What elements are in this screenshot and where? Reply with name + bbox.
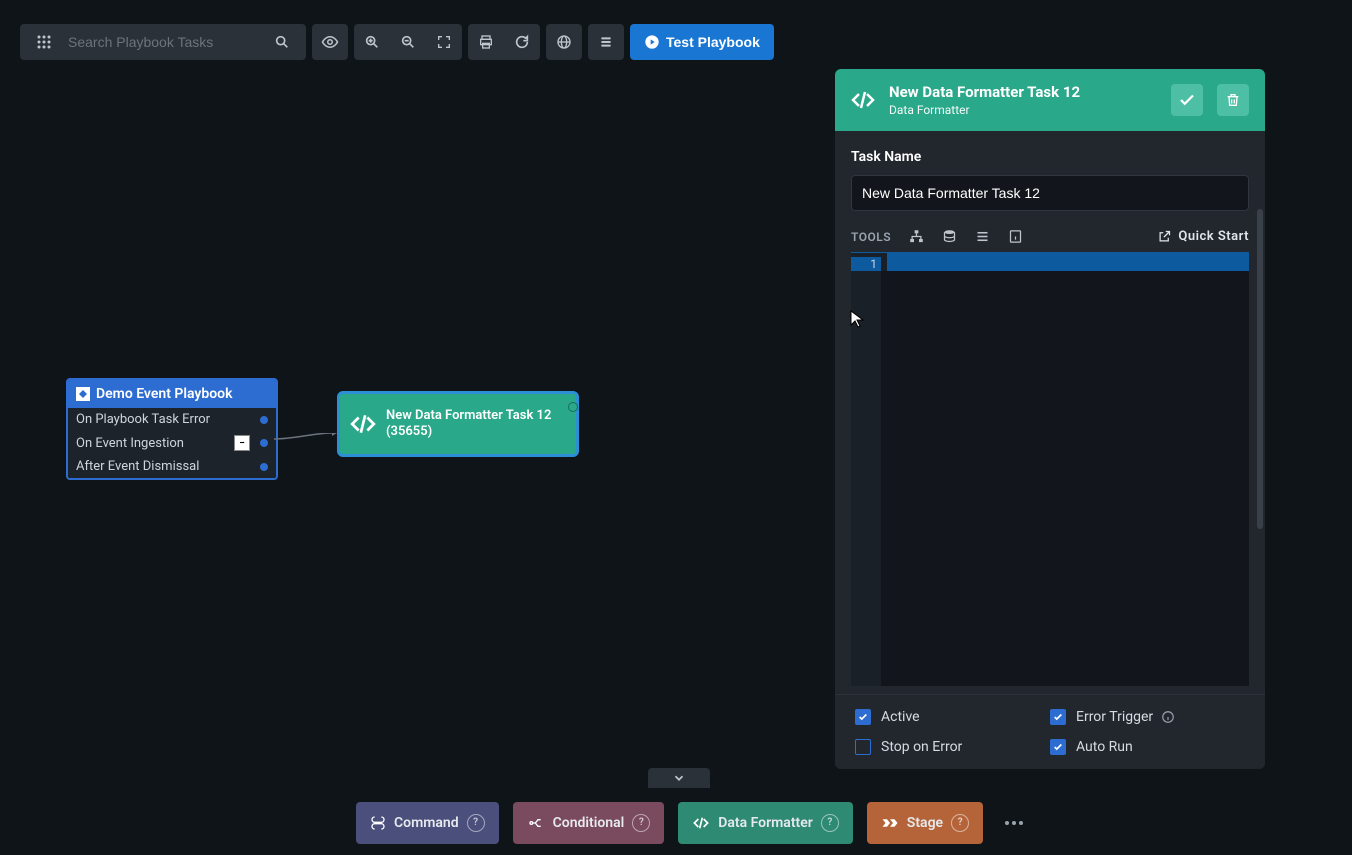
auto-run-checkbox[interactable]: Auto Run: [1050, 739, 1245, 755]
delete-button[interactable]: [1217, 84, 1249, 116]
output-port-icon[interactable]: [260, 439, 268, 447]
playbook-row-label: After Event Dismissal: [76, 459, 199, 474]
apps-icon[interactable]: [26, 24, 62, 60]
code-icon: [350, 411, 376, 437]
playbook-node-header[interactable]: Demo Event Playbook: [68, 380, 276, 408]
line-number: 1: [851, 257, 881, 271]
info-icon[interactable]: [1161, 710, 1175, 724]
playbook-title: Demo Event Playbook: [96, 386, 233, 402]
add-data-formatter-button[interactable]: Data Formatter ?: [678, 802, 853, 844]
refresh-icon[interactable]: [504, 24, 540, 60]
output-port-icon[interactable]: [260, 416, 268, 424]
task-node-label: New Data Formatter Task 12 (35655): [386, 408, 566, 441]
playbook-row[interactable]: On Playbook Task Error: [68, 408, 276, 431]
playbook-row[interactable]: After Event Dismissal: [68, 455, 276, 478]
test-label: Test Playbook: [666, 34, 760, 50]
help-icon[interactable]: ?: [951, 814, 969, 832]
panel-header: New Data Formatter Task 12 Data Formatte…: [835, 69, 1265, 131]
database-icon[interactable]: [942, 229, 957, 244]
error-trigger-checkbox[interactable]: Error Trigger: [1050, 709, 1245, 725]
task-node[interactable]: New Data Formatter Task 12 (35655): [337, 391, 579, 457]
add-conditional-button[interactable]: Conditional ?: [513, 802, 665, 844]
stop-on-error-checkbox[interactable]: Stop on Error: [855, 739, 1050, 755]
panel-subtitle: Data Formatter: [889, 103, 1157, 117]
layers-icon[interactable]: [588, 24, 624, 60]
playbook-node[interactable]: Demo Event Playbook On Playbook Task Err…: [66, 378, 278, 480]
search-icon[interactable]: [264, 24, 300, 60]
btn-label: Stage: [907, 815, 943, 831]
tools-label: TOOLS: [851, 230, 891, 244]
quick-start-link[interactable]: Quick Start: [1157, 229, 1249, 244]
playbook-icon: [76, 387, 90, 401]
tree-icon[interactable]: [909, 229, 924, 244]
scrollbar[interactable]: [1257, 209, 1263, 529]
playbook-row-label: On Event Ingestion: [76, 436, 184, 451]
chk-label: Auto Run: [1076, 739, 1133, 755]
active-checkbox[interactable]: Active: [855, 709, 1050, 725]
panel-footer: Active Error Trigger Stop on Error Auto …: [835, 694, 1265, 769]
output-port-icon[interactable]: [260, 463, 268, 471]
more-icon[interactable]: [997, 820, 1031, 826]
confirm-button[interactable]: [1171, 84, 1203, 116]
help-icon[interactable]: ?: [821, 814, 839, 832]
btn-label: Data Formatter: [718, 815, 813, 831]
chk-label: Stop on Error: [881, 739, 962, 755]
connection-edge: [274, 433, 337, 445]
globe-icon[interactable]: [546, 24, 582, 60]
eye-icon[interactable]: [312, 24, 348, 60]
bottom-task-bar: Command ? Conditional ? Data Formatter ?…: [340, 790, 1047, 855]
zoom-out-icon[interactable]: [390, 24, 426, 60]
code-icon: [851, 88, 875, 112]
chk-label: Error Trigger: [1076, 709, 1153, 725]
quick-start-label: Quick Start: [1178, 229, 1249, 244]
info-icon[interactable]: [1008, 229, 1023, 244]
bottom-bar-toggle[interactable]: [648, 768, 710, 788]
search-input[interactable]: [62, 34, 264, 50]
playbook-row[interactable]: On Event Ingestion −: [68, 431, 276, 455]
task-name-label: Task Name: [851, 149, 1249, 165]
output-port-icon[interactable]: [568, 402, 578, 412]
fit-screen-icon[interactable]: [426, 24, 462, 60]
btn-label: Conditional: [553, 815, 625, 831]
collapse-icon[interactable]: −: [234, 435, 250, 451]
help-icon[interactable]: ?: [632, 814, 650, 832]
list-icon[interactable]: [975, 229, 990, 244]
task-name-input[interactable]: [851, 175, 1249, 211]
chk-label: Active: [881, 709, 920, 725]
code-editor[interactable]: 1: [851, 252, 1249, 686]
add-command-button[interactable]: Command ?: [356, 802, 499, 844]
test-playbook-button[interactable]: Test Playbook: [630, 24, 774, 60]
top-toolbar: Test Playbook: [20, 24, 774, 60]
playbook-row-label: On Playbook Task Error: [76, 412, 210, 427]
btn-label: Command: [394, 815, 459, 831]
zoom-in-icon[interactable]: [354, 24, 390, 60]
task-detail-panel: New Data Formatter Task 12 Data Formatte…: [835, 69, 1265, 769]
panel-title: New Data Formatter Task 12: [889, 83, 1157, 101]
add-stage-button[interactable]: Stage ?: [867, 802, 983, 844]
help-icon[interactable]: ?: [467, 814, 485, 832]
print-icon[interactable]: [468, 24, 504, 60]
